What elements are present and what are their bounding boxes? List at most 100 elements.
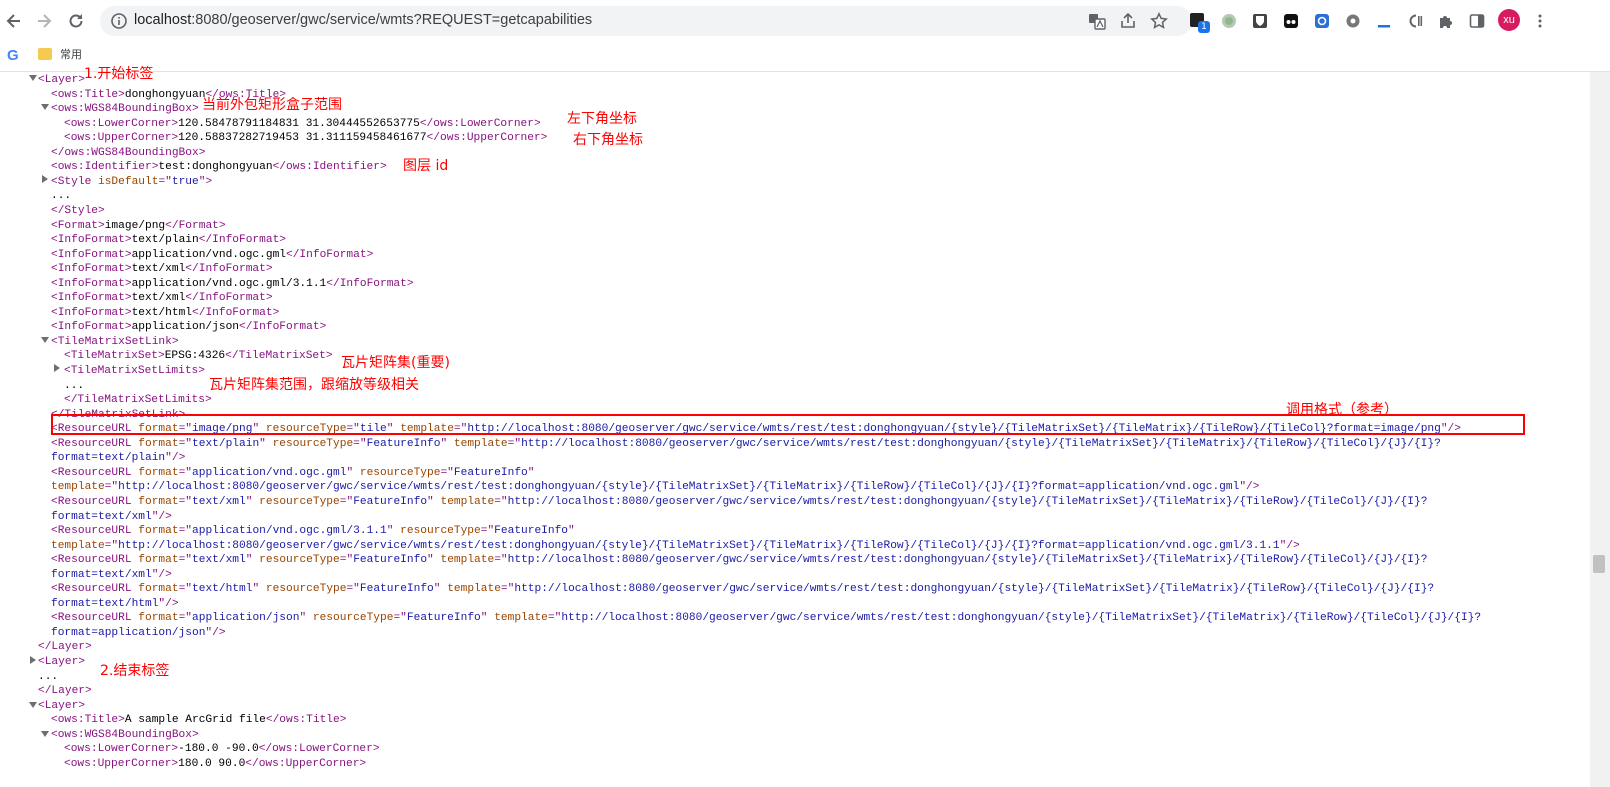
xml-tag-token: " xyxy=(259,437,273,450)
xml-line: <ResourceURL format="text/xml" resourceT… xyxy=(51,495,1427,510)
xml-attr-name: resourceType xyxy=(359,466,441,479)
annotation-tile-matrix-limits: 瓦片矩阵集范围，跟缩放等级相关 xyxy=(209,377,419,393)
annotation-bbox-range: 当前外包矩形盒子范围 xyxy=(202,97,342,113)
xml-tag-token: <ows:LowerCorner> xyxy=(64,117,179,130)
url-text[interactable]: localhost:8080/geoserver/gwc/service/wmt… xyxy=(134,12,592,28)
xml-tag-token: =" xyxy=(104,481,119,494)
xml-tag-token: </Layer> xyxy=(38,685,92,698)
xml-tag-token: <ResourceURL xyxy=(51,583,139,596)
xml-tag-token: <ResourceURL xyxy=(51,525,139,538)
ext-code-button[interactable] xyxy=(1405,11,1425,31)
xml-tag-token: <ResourceURL xyxy=(51,554,139,567)
xml-tag-token: =" xyxy=(178,495,193,508)
xml-line: <InfoFormat>text/xml</InfoFormat> xyxy=(51,262,273,277)
xml-tag-token: "> xyxy=(198,175,213,188)
back-button[interactable] xyxy=(2,9,26,33)
xml-tag-token: "/> xyxy=(151,510,172,523)
ext-glasses-button[interactable] xyxy=(1281,11,1301,31)
ext-gear-button[interactable] xyxy=(1343,11,1363,31)
expand-toggle-icon[interactable] xyxy=(42,175,48,183)
xml-tag-token: "/> xyxy=(158,597,179,610)
bookmark-folder-label[interactable]: 常用 xyxy=(60,46,82,62)
translate-icon[interactable] xyxy=(1088,12,1106,30)
forward-button[interactable] xyxy=(32,9,56,33)
xml-tag-token: <ows:WGS84BoundingBox> xyxy=(51,103,199,116)
xml-line: <TileMatrixSetLink> xyxy=(51,335,179,350)
xml-attr-value: format=text/plain xyxy=(51,452,166,465)
xml-attr-value: http://localhost:8080/geoserver/gwc/serv… xyxy=(507,495,1428,508)
reload-button[interactable] xyxy=(64,9,88,33)
xml-tag-token: " xyxy=(480,612,495,625)
collapse-toggle-icon[interactable] xyxy=(29,75,37,81)
ext-blue-button[interactable] xyxy=(1312,11,1332,31)
ext-bitwarden-button[interactable] xyxy=(1250,11,1270,31)
xml-tag-token: <InfoFormat> xyxy=(51,292,132,305)
annotation-lower-left: 左下角坐标 xyxy=(567,111,637,127)
xml-tag-token: </ows:LowerCorner> xyxy=(419,117,541,130)
browser-toolbar: localhost:8080/geoserver/gwc/service/wmt… xyxy=(0,0,1610,42)
share-icon[interactable] xyxy=(1119,12,1137,30)
address-bar[interactable]: localhost:8080/geoserver/gwc/service/wmt… xyxy=(100,6,1192,36)
xml-tag-token: <ows:LowerCorner> xyxy=(64,743,179,756)
folder-icon[interactable] xyxy=(38,48,52,60)
xml-tag-token: =" xyxy=(178,554,193,567)
xml-tag-token: <TileMatrixSetLink> xyxy=(51,335,179,348)
xml-line: <TileMatrixSetLimits> xyxy=(64,364,205,379)
collapse-toggle-icon[interactable] xyxy=(29,702,37,708)
xml-tag-token: "/> xyxy=(151,568,172,581)
xml-line: format=text/xml"/> xyxy=(51,510,172,525)
collapse-toggle-icon[interactable] xyxy=(41,731,49,737)
profile-avatar[interactable]: xu xyxy=(1498,9,1520,31)
xml-line: <ResourceURL format="text/xml" resourceT… xyxy=(51,553,1427,568)
extension-badge-button[interactable]: 1 xyxy=(1188,11,1210,33)
xml-tag-token: =" xyxy=(440,466,454,479)
xml-attr-name: format xyxy=(138,583,179,596)
xml-tag-token: </ows:Title> xyxy=(265,714,347,727)
ext-circle-button[interactable] xyxy=(1219,11,1239,31)
info-icon[interactable] xyxy=(110,12,128,30)
bookmark-star-icon[interactable] xyxy=(1150,12,1168,30)
xml-line: <Format>image/png</Format> xyxy=(51,219,226,234)
xml-tag-token: <ows:WGS84BoundingBox> xyxy=(51,728,199,741)
xml-tag-token: =" xyxy=(547,612,562,625)
xml-text-token: text/xml xyxy=(131,263,186,276)
xml-tag-token: <TileMatrixSet> xyxy=(64,350,165,363)
xml-tag-token: " xyxy=(440,437,454,450)
menu-button[interactable] xyxy=(1530,11,1550,31)
expand-toggle-icon[interactable] xyxy=(54,364,60,372)
side-panel-button[interactable] xyxy=(1467,11,1487,31)
xml-tag-token: </Format> xyxy=(165,219,226,232)
annotation-end-tag: 2.结束标签 xyxy=(100,663,170,679)
extensions-menu-button[interactable] xyxy=(1436,11,1456,31)
xml-line: <Layer> xyxy=(38,699,85,714)
xml-attr-name: resourceType xyxy=(259,495,340,508)
xml-line: <InfoFormat>application/vnd.ogc.gml</Inf… xyxy=(51,248,373,263)
xml-text-token: 120.58837282719453 31.311159458461677 xyxy=(178,132,427,145)
xml-line: <ows:Title>A sample ArcGrid file</ows:Ti… xyxy=(51,713,346,728)
xml-line: <ResourceURL format="text/plain" resourc… xyxy=(51,437,1441,452)
avatar-initials: xu xyxy=(1503,14,1515,26)
xml-tag-token: " xyxy=(299,612,313,625)
xml-line: <ResourceURL format="application/vnd.ogc… xyxy=(51,466,534,481)
xml-line: </TileMatrixSetLimits> xyxy=(64,393,212,408)
xml-text-token: EPSG:4326 xyxy=(164,350,226,363)
expand-toggle-icon[interactable] xyxy=(30,656,36,664)
xml-tag-token: <Layer> xyxy=(38,74,85,86)
xml-attr-value: http://localhost:8080/geoserver/gwc/serv… xyxy=(514,583,1435,596)
ext-underscore-button[interactable] xyxy=(1374,11,1394,31)
xml-tag-token: " xyxy=(527,466,535,479)
collapse-toggle-icon[interactable] xyxy=(41,104,49,110)
xml-line: <InfoFormat>text/xml</InfoFormat> xyxy=(51,291,273,306)
code-icon xyxy=(1409,14,1423,28)
scrollbar-thumb[interactable] xyxy=(1593,555,1605,573)
xml-tag-token: =" xyxy=(178,525,193,538)
xml-line: </Style> xyxy=(51,204,105,219)
collapse-toggle-icon[interactable] xyxy=(41,337,49,343)
green-circle-icon xyxy=(1222,14,1236,28)
xml-tag-token: </Style> xyxy=(51,204,105,217)
google-icon[interactable]: G xyxy=(7,47,19,64)
vertical-scrollbar[interactable] xyxy=(1590,72,1610,787)
xml-tag-token: " xyxy=(346,466,360,479)
xml-tag-token: " xyxy=(433,583,448,596)
xml-tag-token: =" xyxy=(178,612,193,625)
